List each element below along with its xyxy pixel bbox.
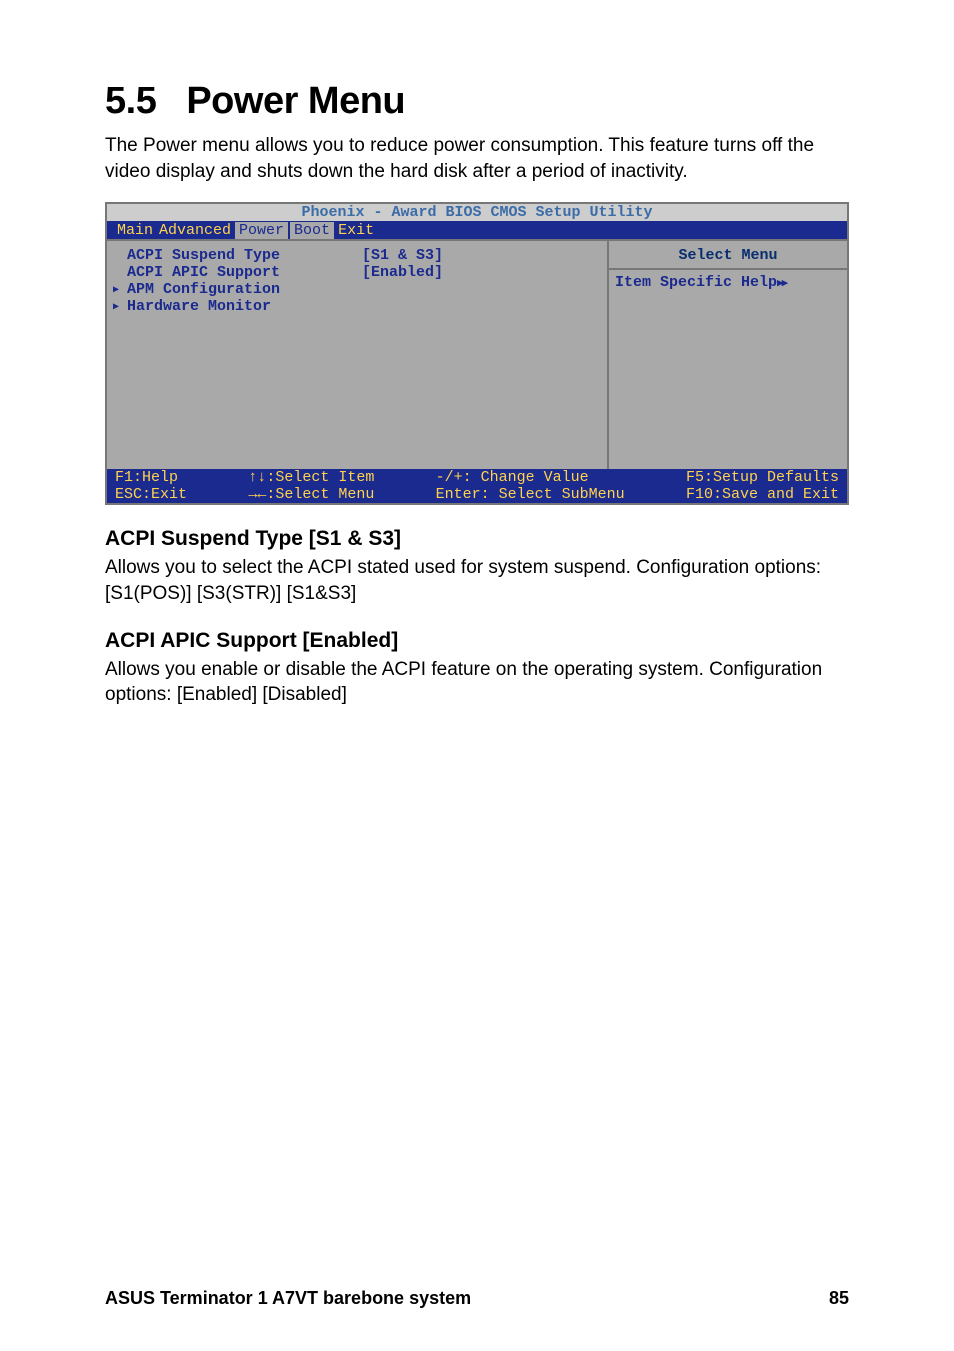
bios-item-acpi-apic[interactable]: ACPI APIC Support [Enabled] [109, 264, 605, 281]
page-footer: ASUS Terminator 1 A7VT barebone system 8… [105, 1288, 849, 1309]
double-arrow-icon: ▶▶ [777, 278, 786, 290]
footer-hint-help: F1:Help ESC:Exit [115, 469, 187, 503]
section-number: 5.5 [105, 80, 156, 122]
footer-product: ASUS Terminator 1 A7VT barebone system [105, 1288, 471, 1309]
setting-body-acpi-suspend: Allows you to select the ACPI stated use… [105, 555, 849, 606]
setting-heading-acpi-suspend: ACPI Suspend Type [S1 & S3] [105, 527, 849, 551]
section-name: Power Menu [186, 80, 405, 122]
bios-body: ACPI Suspend Type [S1 & S3] ACPI APIC Su… [107, 239, 847, 469]
bios-item-hardware-monitor[interactable]: ▶ Hardware Monitor [109, 298, 605, 315]
bios-item-label: Hardware Monitor [127, 298, 362, 315]
tab-advanced[interactable]: Advanced [157, 222, 233, 239]
help-pane-text: Item Specific Help▶▶ [609, 270, 847, 295]
footer-hint-change: -/+: Change Value Enter: Select SubMenu [436, 469, 625, 503]
footer-hint-defaults: F5:Setup Defaults F10:Save and Exit [686, 469, 839, 503]
tab-boot[interactable]: Boot [290, 222, 334, 239]
tab-main[interactable]: Main [115, 222, 155, 239]
bios-tab-bar: Main Advanced Power Boot Exit [107, 221, 847, 239]
submenu-arrow-icon: ▶ [113, 284, 119, 296]
help-pane-header: Select Menu [609, 241, 847, 270]
bios-item-apm-config[interactable]: ▶ APM Configuration [109, 281, 605, 298]
section-title: 5.5 Power Menu [105, 80, 849, 123]
bios-screenshot: Phoenix - Award BIOS CMOS Setup Utility … [105, 202, 849, 505]
bios-title: Phoenix - Award BIOS CMOS Setup Utility [107, 204, 847, 221]
bios-item-label: ACPI APIC Support [127, 264, 362, 281]
help-text: Item Specific Help [615, 274, 777, 291]
tab-power[interactable]: Power [235, 222, 288, 239]
bios-item-label: APM Configuration [127, 281, 362, 298]
bios-item-acpi-suspend[interactable]: ACPI Suspend Type [S1 & S3] [109, 247, 605, 264]
footer-page-number: 85 [829, 1288, 849, 1309]
bios-help-pane: Select Menu Item Specific Help▶▶ [607, 239, 847, 469]
bios-item-value: [S1 & S3] [362, 247, 443, 264]
setting-heading-acpi-apic: ACPI APIC Support [Enabled] [105, 629, 849, 653]
setting-body-acpi-apic: Allows you enable or disable the ACPI fe… [105, 657, 849, 708]
submenu-arrow-icon: ▶ [113, 301, 119, 313]
bios-item-value: [Enabled] [362, 264, 443, 281]
bios-item-label: ACPI Suspend Type [127, 247, 362, 264]
tab-exit[interactable]: Exit [336, 222, 376, 239]
intro-paragraph: The Power menu allows you to reduce powe… [105, 133, 849, 184]
footer-hint-select: ↑↓:Select Item →←:Select Menu [248, 469, 374, 503]
bios-footer-hints: F1:Help ESC:Exit ↑↓:Select Item →←:Selec… [107, 469, 847, 503]
bios-options-pane: ACPI Suspend Type [S1 & S3] ACPI APIC Su… [107, 239, 607, 469]
